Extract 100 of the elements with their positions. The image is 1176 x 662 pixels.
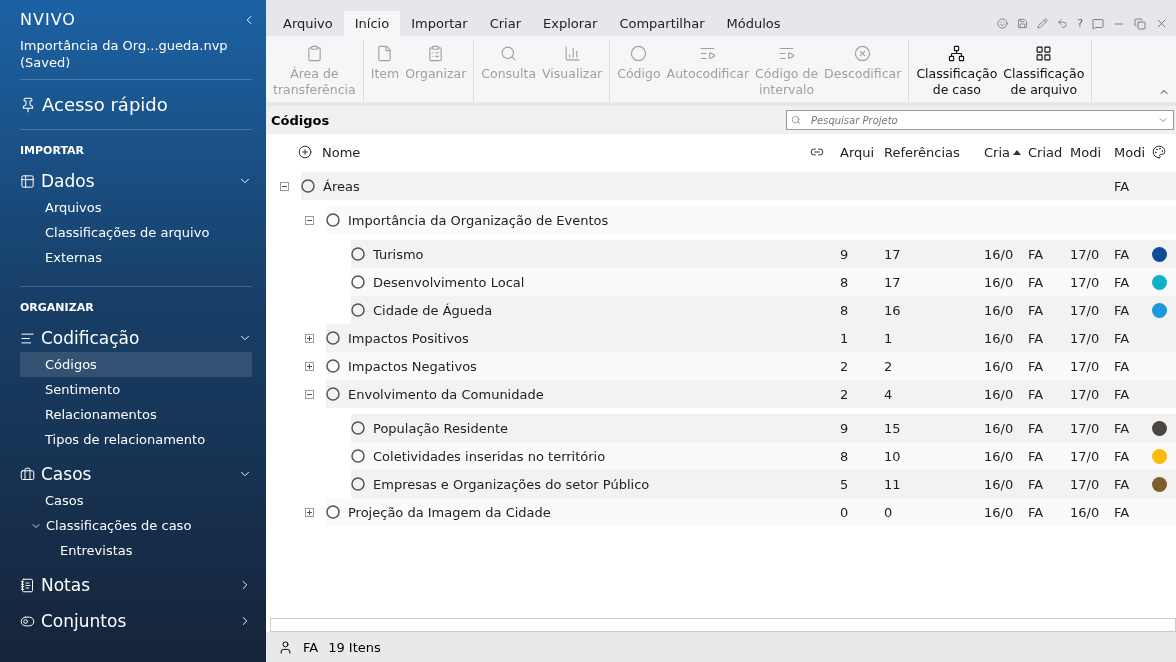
nav-item[interactable]: Entrevistas xyxy=(20,538,252,563)
ribbon-tab[interactable]: Módulos xyxy=(715,11,792,36)
table-row[interactable]: Importância da Organização de Eventos xyxy=(326,206,1176,234)
expander-icon[interactable] xyxy=(305,215,314,225)
code-name: Impactos Positivos xyxy=(348,330,469,346)
table-cell-text: 16/0 xyxy=(984,476,1015,492)
table-row[interactable]: Empresas e Organizações do setor Público 5 11 16/0 FA 17/0 FA xyxy=(351,470,1176,498)
search-field[interactable]: Pesquisar Projeto xyxy=(786,110,1174,130)
table-cell-text: 15 xyxy=(884,420,902,436)
table-row[interactable]: Turismo 9 17 16/0 FA 17/0 FA xyxy=(351,240,1176,268)
list-icon xyxy=(427,44,445,62)
table-row[interactable]: Áreas FA xyxy=(301,172,1176,200)
code-name: Coletividades inseridas no território xyxy=(373,448,606,464)
ribbon-tab[interactable]: Explorar xyxy=(532,11,609,36)
code-name: Áreas xyxy=(323,178,360,194)
nav-item[interactable]: Relacionamentos xyxy=(20,402,252,427)
expander-icon[interactable] xyxy=(280,181,289,191)
table-cell-text: 4 xyxy=(884,386,894,402)
item-count: 19 Itens xyxy=(328,639,381,655)
nav-item[interactable]: Códigos xyxy=(20,352,252,377)
table-row[interactable]: População Residente 9 15 16/0 FA 17/0 FA xyxy=(351,414,1176,442)
nav-group[interactable]: Dados xyxy=(41,171,95,191)
hierarchy-icon xyxy=(948,44,966,62)
table-cell-text: FA xyxy=(1114,178,1131,194)
group-icon xyxy=(20,173,35,189)
table-cell-text: 17 xyxy=(884,274,902,290)
help-button[interactable]: ? xyxy=(1077,17,1083,30)
column-header[interactable]: Modi xyxy=(1070,144,1102,160)
horizontal-scrollbar[interactable] xyxy=(270,618,1176,632)
nav-item[interactable]: Classificações de arquivo xyxy=(20,220,252,245)
table-row[interactable]: Projeção da Imagem da Cidade 0 0 16/0 FA 16/0 FA xyxy=(326,498,1176,526)
column-header[interactable]: Modi xyxy=(1114,144,1146,160)
column-header[interactable]: Criad xyxy=(1028,144,1063,160)
expander-icon[interactable] xyxy=(305,361,314,371)
expander-icon[interactable] xyxy=(305,389,314,399)
node-icon xyxy=(351,477,365,491)
grid-icon xyxy=(1035,44,1053,62)
code-name: Projeção da Imagem da Cidade xyxy=(348,504,551,520)
nav-item[interactable]: Casos xyxy=(20,488,252,513)
nav-item[interactable]: Arquivos xyxy=(20,195,252,220)
nav-group[interactable]: Casos xyxy=(41,464,92,484)
table-cell-text: 17/0 xyxy=(1070,330,1101,346)
table-cell-text: 16/0 xyxy=(984,330,1015,346)
table-row[interactable]: Cidade de Águeda 8 16 16/0 FA 17/0 FA xyxy=(351,296,1176,324)
nav-item[interactable]: Tipos de relacionamento xyxy=(20,427,252,452)
ribbon-tab[interactable]: Arquivo xyxy=(272,11,344,36)
table-cell-text: 16/0 xyxy=(984,504,1015,520)
ribbon-tab[interactable]: Criar xyxy=(478,11,532,36)
pencil-icon xyxy=(1037,18,1049,29)
table-row[interactable]: Coletividades inseridas no território 8 10 16/0 FA 17/0 FA xyxy=(351,442,1176,470)
comment-icon xyxy=(1092,17,1104,30)
link-icon xyxy=(810,145,824,159)
table-cell-text: FA xyxy=(1028,302,1045,318)
quick-access[interactable]: Acesso rápido xyxy=(42,94,168,115)
table-cell-text: FA xyxy=(1028,448,1045,464)
table-cell-text: FA xyxy=(1114,420,1131,436)
save-icon xyxy=(1017,18,1029,29)
table-cell-text: 1 xyxy=(840,330,850,346)
table-cell-text: 17/0 xyxy=(1070,274,1101,290)
expander-icon[interactable] xyxy=(305,507,314,517)
expander-icon[interactable] xyxy=(305,333,314,343)
nav-group[interactable]: Notas xyxy=(41,575,91,595)
nav-item[interactable]: Sentimento xyxy=(20,377,252,402)
table-row[interactable]: Impactos Negativos 2 2 16/0 FA 17/0 FA xyxy=(326,352,1176,380)
ribbon-tab[interactable]: Início xyxy=(343,11,401,36)
nav-group[interactable]: Codificação xyxy=(41,328,140,348)
ribbon-tab[interactable]: Importar xyxy=(400,11,479,36)
column-header[interactable]: Referências xyxy=(884,144,960,160)
table-row[interactable]: Envolvimento da Comunidade 2 4 16/0 FA 17/0 FA xyxy=(326,380,1176,408)
nav-item[interactable]: Externas xyxy=(20,245,252,270)
table-cell-text: 16/0 xyxy=(984,302,1015,318)
table-cell-text: 16/0 xyxy=(984,386,1015,402)
table-cell-text: FA xyxy=(1028,358,1045,374)
project-name: Importância da Org...gueda.nvp (Saved) xyxy=(20,37,229,71)
ribbon-button[interactable]: Classificação de caso xyxy=(913,40,1001,102)
column-header[interactable]: Cria xyxy=(984,144,1010,160)
column-header[interactable]: Arqui xyxy=(840,144,875,160)
table-cell-text: 17/0 xyxy=(1070,302,1101,318)
ribbon-tab[interactable]: Compartilhar xyxy=(608,11,716,36)
table-row[interactable]: Impactos Positivos 1 1 16/0 FA 17/0 FA xyxy=(326,324,1176,352)
table-cell-text: FA xyxy=(1028,246,1045,262)
nav-group[interactable]: Conjuntos xyxy=(41,611,127,631)
column-header[interactable]: Nome xyxy=(322,144,361,160)
group-icon xyxy=(20,466,35,482)
list-remove-icon xyxy=(854,44,872,62)
table-row[interactable]: Desenvolvimento Local 8 17 16/0 FA 17/0 FA xyxy=(351,268,1176,296)
table-cell-text: FA xyxy=(1028,330,1045,346)
ribbon-button[interactable]: Classificação de arquivo xyxy=(1000,40,1088,102)
table-cell-text: 1 xyxy=(884,330,894,346)
node-icon xyxy=(326,213,340,227)
node-icon xyxy=(326,331,340,345)
nav-item[interactable]: Classificações de caso xyxy=(20,513,252,538)
table-cell-text: FA xyxy=(1028,274,1045,290)
undo-icon xyxy=(1057,18,1069,29)
table-cell-text: FA xyxy=(1114,358,1131,374)
code-name: Impactos Negativos xyxy=(348,358,477,374)
palette-icon xyxy=(1152,145,1166,159)
code-name: Desenvolvimento Local xyxy=(373,274,525,290)
table-cell-text: 16 xyxy=(884,302,902,318)
section-heading: ORGANIZAR xyxy=(20,300,95,316)
